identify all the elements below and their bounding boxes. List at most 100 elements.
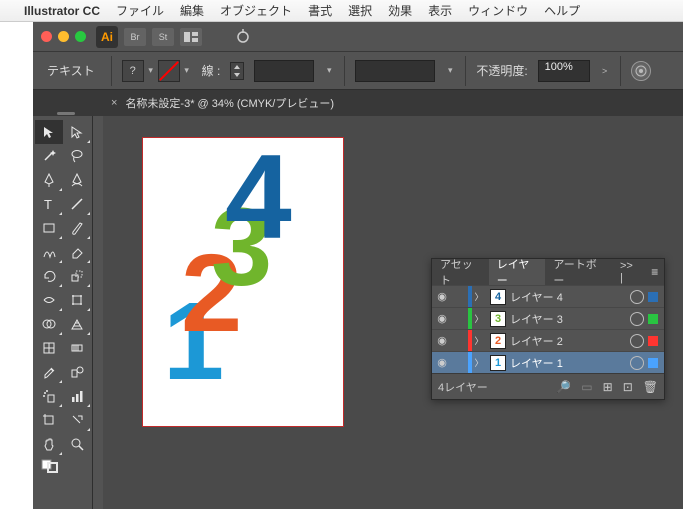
layers-panel-footer: 4レイヤー 🔎 ▭ ⊞ ⊡ 🗑 xyxy=(432,373,664,399)
layer-row-4[interactable]: ◉〉4レイヤー 4 xyxy=(432,285,664,307)
opacity-label: 不透明度: xyxy=(476,62,527,79)
layer-thumbnail: 3 xyxy=(490,311,506,327)
bridge-button[interactable]: Br xyxy=(124,28,146,46)
menu-edit[interactable]: 編集 xyxy=(180,2,204,19)
stroke-label: 線 : xyxy=(202,62,221,79)
layer-name[interactable]: レイヤー 1 xyxy=(510,355,630,371)
selection-tool[interactable] xyxy=(35,120,63,144)
column-graph-tool[interactable] xyxy=(63,384,91,408)
target-icon[interactable] xyxy=(630,334,644,348)
tab-overflow[interactable]: >> | xyxy=(612,259,645,285)
expand-arrow-icon[interactable]: 〉 xyxy=(472,290,486,303)
magic-wand-tool[interactable] xyxy=(35,144,63,168)
menu-effect[interactable]: 効果 xyxy=(388,2,412,19)
new-layer-icon[interactable]: ⊡ xyxy=(623,380,633,394)
visibility-toggle[interactable]: ◉ xyxy=(432,334,452,347)
selection-indicator[interactable] xyxy=(648,358,658,368)
hand-tool[interactable] xyxy=(35,432,63,456)
opacity-dropdown[interactable]: > xyxy=(600,66,610,76)
zoom-tool[interactable] xyxy=(63,432,91,456)
lasso-tool[interactable] xyxy=(63,144,91,168)
app-name[interactable]: Illustrator CC xyxy=(24,4,100,18)
line-tool[interactable] xyxy=(63,192,91,216)
window-minimize[interactable] xyxy=(58,31,69,42)
type-tool[interactable]: T xyxy=(35,192,63,216)
selection-indicator[interactable] xyxy=(648,336,658,346)
mesh-tool[interactable] xyxy=(35,336,63,360)
symbol-sprayer-tool[interactable] xyxy=(35,384,63,408)
gradient-tool[interactable] xyxy=(63,336,91,360)
character-panel-button[interactable] xyxy=(631,61,651,81)
layer-row-1[interactable]: ◉ 〉 1レイヤー 1 xyxy=(432,351,664,373)
layer-name[interactable]: レイヤー 2 xyxy=(510,333,630,349)
slice-tool[interactable] xyxy=(63,408,91,432)
menu-view[interactable]: 表示 xyxy=(428,2,452,19)
eyedropper-tool[interactable] xyxy=(35,360,63,384)
artboard[interactable]: 1 2 3 4 xyxy=(143,138,343,426)
expand-arrow-icon[interactable]: 〉 xyxy=(472,334,486,347)
layer-name[interactable]: レイヤー 3 xyxy=(510,311,630,327)
locate-object-icon[interactable]: 🔎 xyxy=(556,380,571,394)
target-icon[interactable] xyxy=(630,312,644,326)
menu-type[interactable]: 書式 xyxy=(308,2,332,19)
stroke-swatch[interactable] xyxy=(158,60,180,82)
visibility-toggle[interactable]: ◉ xyxy=(432,356,452,369)
curvature-tool[interactable] xyxy=(63,168,91,192)
stock-button[interactable]: St xyxy=(152,28,174,46)
target-icon[interactable] xyxy=(630,290,644,304)
window-close[interactable] xyxy=(41,31,52,42)
new-sublayer-icon[interactable]: ⊞ xyxy=(603,380,613,394)
stroke-dropdown[interactable]: ▾ xyxy=(182,65,192,76)
perspective-grid-tool[interactable] xyxy=(63,312,91,336)
window-zoom[interactable] xyxy=(75,31,86,42)
artwork-number-4[interactable]: 4 xyxy=(225,128,292,266)
eraser-tool[interactable] xyxy=(63,240,91,264)
brush-definition[interactable] xyxy=(355,60,435,82)
layer-thumbnail: 1 xyxy=(490,355,506,371)
visibility-toggle[interactable]: ◉ xyxy=(432,312,452,325)
rectangle-tool[interactable] xyxy=(35,216,63,240)
fill-dropdown[interactable]: ▾ xyxy=(146,65,156,76)
expand-arrow-icon[interactable]: 〉 xyxy=(472,356,486,369)
fill-stroke-default[interactable] xyxy=(35,456,63,476)
selection-indicator[interactable] xyxy=(648,292,658,302)
opacity-field[interactable]: 100% xyxy=(538,60,590,82)
fill-swatch[interactable]: ? xyxy=(122,60,144,82)
menu-select[interactable]: 選択 xyxy=(348,2,372,19)
paintbrush-tool[interactable] xyxy=(63,216,91,240)
blend-tool[interactable] xyxy=(63,360,91,384)
document-tab-title[interactable]: 名称未設定-3* @ 34% (CMYK/プレビュー) xyxy=(125,95,334,111)
stroke-weight-field[interactable] xyxy=(254,60,314,82)
menu-help[interactable]: ヘルプ xyxy=(544,2,580,19)
tab-artboards[interactable]: アートボー xyxy=(545,259,612,285)
layer-name[interactable]: レイヤー 4 xyxy=(510,289,630,305)
free-transform-tool[interactable] xyxy=(63,288,91,312)
width-tool[interactable] xyxy=(35,288,63,312)
menu-object[interactable]: オブジェクト xyxy=(220,2,292,19)
selection-indicator[interactable] xyxy=(648,314,658,324)
clipping-mask-icon[interactable]: ▭ xyxy=(581,380,592,394)
artboard-tool[interactable] xyxy=(35,408,63,432)
expand-arrow-icon[interactable]: 〉 xyxy=(472,312,486,325)
direct-selection-tool[interactable] xyxy=(63,120,91,144)
gpu-icon[interactable] xyxy=(234,29,252,45)
target-icon[interactable] xyxy=(630,356,644,370)
menu-file[interactable]: ファイル xyxy=(116,2,164,19)
rotate-tool[interactable] xyxy=(35,264,63,288)
stroke-weight-dropdown[interactable]: ▾ xyxy=(324,65,334,76)
layer-row-3[interactable]: ◉ 〉 3レイヤー 3 xyxy=(432,307,664,329)
layer-row-2[interactable]: ◉〉2レイヤー 2 xyxy=(432,329,664,351)
menu-window[interactable]: ウィンドウ xyxy=(468,2,528,19)
tab-assets[interactable]: アセット xyxy=(432,259,489,285)
panel-menu-icon[interactable]: ≡ xyxy=(645,259,664,285)
arrange-docs-button[interactable] xyxy=(180,28,202,46)
visibility-toggle[interactable]: ◉ xyxy=(432,290,452,303)
tab-close-icon[interactable]: × xyxy=(111,97,117,109)
shape-builder-tool[interactable] xyxy=(35,312,63,336)
scale-tool[interactable] xyxy=(63,264,91,288)
delete-layer-icon[interactable]: 🗑 xyxy=(643,380,658,394)
stroke-weight-stepper[interactable] xyxy=(230,62,244,80)
shaper-tool[interactable] xyxy=(35,240,63,264)
tab-layers[interactable]: レイヤー xyxy=(489,259,546,285)
pen-tool[interactable] xyxy=(35,168,63,192)
